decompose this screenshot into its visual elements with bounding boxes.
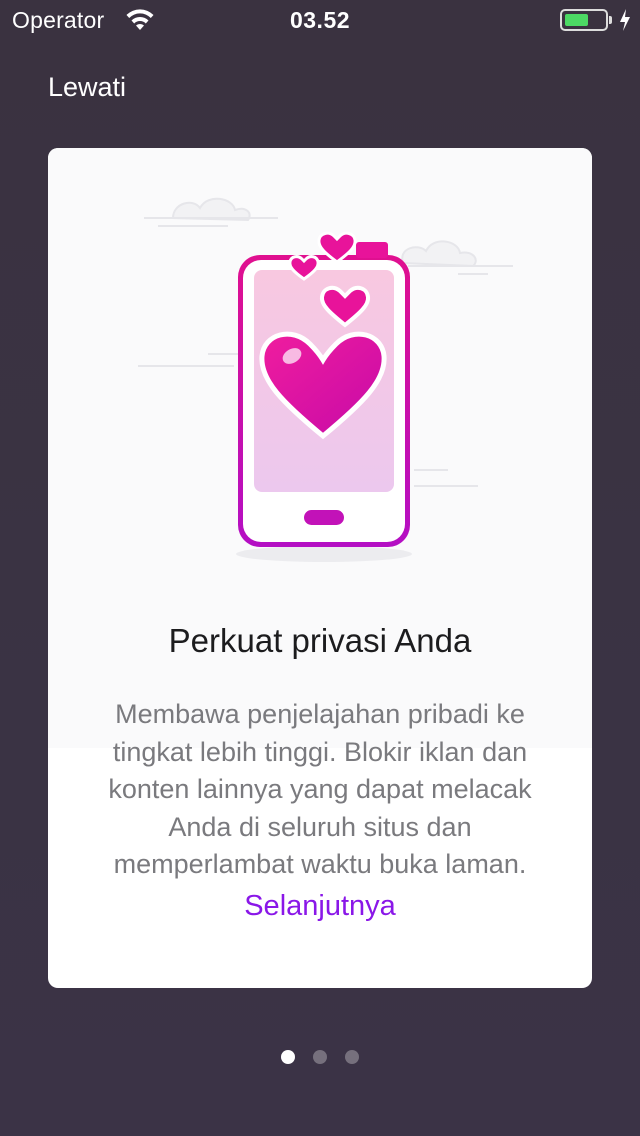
battery-icon (560, 9, 608, 31)
page-dot-1[interactable] (281, 1050, 295, 1064)
skip-button[interactable]: Lewati (48, 72, 126, 103)
clock: 03.52 (289, 7, 351, 33)
next-button[interactable]: Selanjutnya (48, 890, 592, 923)
charging-bolt-icon (620, 9, 630, 31)
card-title: Perkuat privasi Anda (168, 622, 472, 659)
page-dot-3[interactable] (345, 1050, 359, 1064)
page-dot-2[interactable] (313, 1050, 327, 1064)
battery-cap (609, 16, 612, 24)
page-indicator[interactable] (0, 1050, 640, 1064)
battery-level-fill (565, 14, 588, 26)
onboarding-card: Perkuat privasi Anda Membawa penjelajaha… (48, 148, 592, 988)
cloud-decoration-right (401, 240, 513, 275)
card-description: Membawa penjelajahan pribadi ke tingkat … (108, 699, 532, 879)
status-bar: Operator 03.52 (0, 0, 640, 40)
cloud-decoration-left (144, 197, 278, 227)
